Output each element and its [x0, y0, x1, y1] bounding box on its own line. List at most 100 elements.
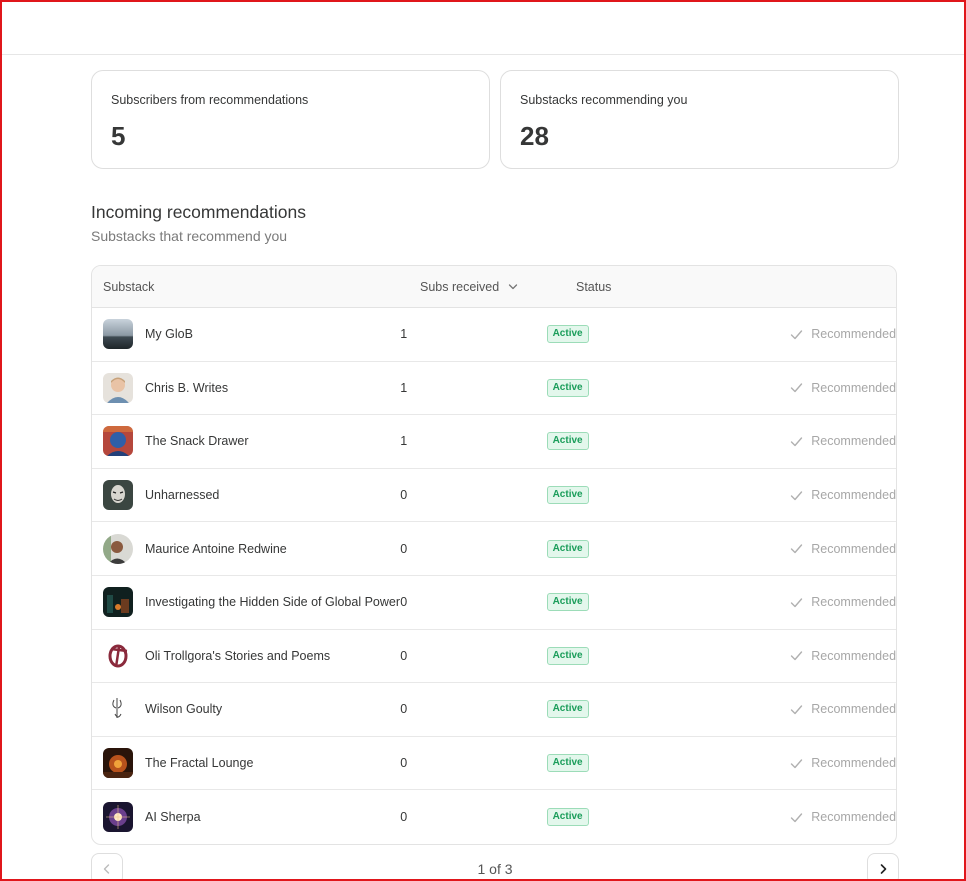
table-row[interactable]: AI Sherpa 0 Active Recommended — [92, 790, 896, 844]
recommended-label: Recommended — [811, 488, 897, 503]
recommended-button[interactable]: Recommended — [790, 702, 896, 716]
status-badge: Active — [546, 432, 589, 451]
table-header: Substack Subs received Status — [92, 266, 896, 308]
section-subtitle: Substacks that recommend you — [91, 228, 288, 244]
table-row[interactable]: The Fractal Lounge 0 Active Recommended — [92, 737, 896, 791]
avatar — [103, 587, 133, 618]
recommended-label: Recommended — [811, 380, 897, 395]
check-icon — [791, 544, 803, 554]
check-icon — [791, 651, 803, 661]
substack-name[interactable]: My GloB — [145, 327, 193, 341]
recommended-button[interactable]: Recommended — [790, 595, 896, 609]
recommended-label: Recommended — [811, 595, 897, 610]
chevron-right-icon — [880, 864, 887, 874]
substack-name[interactable]: Wilson Goulty — [145, 702, 222, 716]
recommended-button[interactable]: Recommended — [790, 756, 896, 770]
table-row[interactable]: Unharnessed 0 Active Recommended — [92, 469, 896, 523]
recommended-label: Recommended — [811, 756, 897, 771]
subs-received: 1 — [400, 380, 408, 395]
substack-name[interactable]: Chris B. Writes — [145, 381, 228, 395]
recommended-label: Recommended — [811, 702, 897, 717]
recommended-label: Recommended — [811, 434, 897, 449]
main-content: Subscribers from recommendations 5 Subst… — [91, 70, 899, 845]
status-badge: Active — [546, 808, 589, 827]
status-badge: Active — [546, 378, 589, 397]
pagination: 1 of 3 — [91, 853, 899, 879]
recommendations-table: Substack Subs received Status My GloB 1 … — [91, 265, 897, 845]
substack-name[interactable]: The Fractal Lounge — [145, 756, 253, 770]
avatar — [103, 694, 133, 725]
stats-row: Subscribers from recommendations 5 Subst… — [91, 70, 899, 169]
recommended-button[interactable]: Recommended — [790, 434, 896, 448]
table-row[interactable]: Oli Trollgora's Stories and Poems 0 Acti… — [92, 630, 896, 684]
table-row[interactable]: The Snack Drawer 1 Active Recommended — [92, 415, 896, 469]
status-badge: Active — [546, 700, 589, 719]
status-badge: Active — [546, 646, 589, 665]
check-icon — [791, 758, 803, 768]
check-icon — [791, 330, 803, 339]
table-row[interactable]: Wilson Goulty 0 Active Recommended — [92, 683, 896, 737]
page-indicator: 1 of 3 — [477, 861, 513, 877]
check-icon — [791, 437, 803, 447]
subs-received: 1 — [400, 327, 408, 342]
substack-name[interactable]: Unharnessed — [145, 488, 219, 502]
subs-received: 0 — [400, 756, 408, 771]
stat-card-substacks: Substacks recommending you 28 — [500, 70, 899, 169]
subs-received: 0 — [400, 541, 408, 556]
substack-name[interactable]: Oli Trollgora's Stories and Poems — [145, 649, 330, 663]
check-icon — [791, 490, 803, 500]
avatar — [103, 748, 133, 779]
recommended-button[interactable]: Recommended — [790, 649, 896, 663]
next-page-button[interactable] — [867, 853, 899, 879]
status-badge: Active — [546, 754, 589, 773]
recommended-label: Recommended — [811, 327, 897, 342]
table-row[interactable]: My GloB 1 Active Recommended — [92, 308, 896, 362]
check-icon — [791, 705, 803, 715]
stat-value: 5 — [111, 121, 126, 151]
recommended-button[interactable]: Recommended — [790, 542, 896, 556]
column-header-substack[interactable]: Substack — [92, 280, 420, 294]
subs-received: 0 — [400, 488, 408, 503]
recommended-label: Recommended — [811, 810, 897, 825]
substack-name[interactable]: The Snack Drawer — [145, 434, 249, 448]
avatar — [103, 802, 133, 833]
top-bar — [2, 2, 964, 55]
table-row[interactable]: Chris B. Writes 1 Active Recommended — [92, 362, 896, 416]
column-header-status[interactable]: Status — [576, 280, 726, 294]
table-row[interactable]: Investigating the Hidden Side of Global … — [92, 576, 896, 630]
recommended-label: Recommended — [811, 541, 897, 556]
status-badge: Active — [546, 325, 589, 344]
stat-label: Subscribers from recommendations — [111, 93, 309, 107]
subs-received: 0 — [400, 810, 408, 825]
recommended-label: Recommended — [811, 648, 897, 663]
substack-name[interactable]: AI Sherpa — [145, 810, 201, 824]
recommended-button[interactable]: Recommended — [790, 488, 896, 502]
check-icon — [791, 383, 803, 393]
substack-name[interactable]: Maurice Antoine Redwine — [145, 542, 287, 556]
subs-received: 0 — [400, 648, 408, 663]
status-badge: Active — [546, 593, 589, 612]
stat-value: 28 — [520, 121, 549, 151]
table-row[interactable]: Maurice Antoine Redwine 0 Active Recomme… — [92, 522, 896, 576]
avatar — [103, 640, 133, 671]
subs-received: 0 — [400, 595, 408, 610]
stat-card-subscribers: Subscribers from recommendations 5 — [91, 70, 490, 169]
stat-label: Substacks recommending you — [520, 93, 688, 107]
chevron-down-icon[interactable] — [508, 282, 518, 292]
avatar — [103, 372, 133, 403]
substack-name[interactable]: Investigating the Hidden Side of Global … — [145, 595, 400, 609]
column-header-label: Subs received — [420, 279, 500, 294]
avatar — [103, 319, 133, 350]
avatar — [103, 533, 133, 564]
section-title: Incoming recommendations — [91, 202, 306, 222]
subs-received: 0 — [400, 702, 408, 717]
avatar — [103, 426, 133, 457]
check-icon — [791, 598, 803, 607]
recommended-button[interactable]: Recommended — [790, 810, 896, 824]
recommended-button[interactable]: Recommended — [790, 381, 896, 395]
app-window: Subscribers from recommendations 5 Subst… — [0, 0, 966, 881]
status-badge: Active — [546, 539, 589, 558]
recommended-button[interactable]: Recommended — [790, 327, 896, 341]
subs-received: 1 — [400, 434, 408, 449]
column-header-subs-received[interactable]: Subs received — [420, 280, 576, 294]
